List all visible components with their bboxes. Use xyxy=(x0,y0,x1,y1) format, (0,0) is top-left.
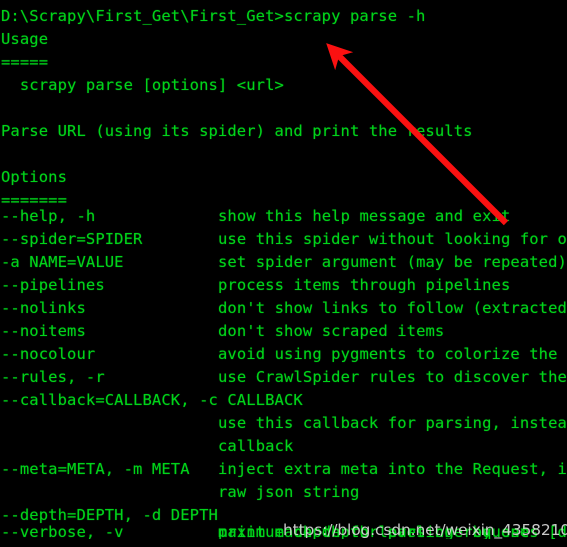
option-desc: avoid using pygments to colorize the ou xyxy=(218,345,567,363)
option-row: --help, -h xyxy=(1,205,95,228)
option-desc: use this callback for parsing, instead xyxy=(218,414,567,432)
option-row: --noitems xyxy=(1,320,86,343)
option-desc-wrap: don't show scraped items xyxy=(218,320,444,343)
option-desc: don't show links to follow (extracted r xyxy=(218,299,567,317)
option-desc: callback xyxy=(218,437,294,455)
option-desc-wrap: show this help message and exit xyxy=(218,205,510,228)
csdn-watermark: https://blog.csdn.net/weixin_43582101 xyxy=(283,521,567,539)
option-flag: --nolinks xyxy=(1,299,86,317)
option-desc-wrap: set spider argument (may be repeated) xyxy=(218,251,567,274)
option-desc: don't show scraped items xyxy=(218,322,445,340)
option-flag: --help, -h xyxy=(1,207,96,225)
option-desc-wrap: don't show links to follow (extracted r xyxy=(218,297,567,320)
option-desc-wrap: use CrawlSpider rules to discover the c xyxy=(218,366,567,389)
option-desc: process items through pipelines xyxy=(218,276,511,294)
option-row: --pipelines xyxy=(1,274,105,297)
terminal-window: D:\Scrapy\First_Get\First_Get>scrapy par… xyxy=(0,0,567,547)
option-flag: --pipelines xyxy=(1,276,105,294)
option-row: --nolinks xyxy=(1,297,86,320)
option-flag: --noitems xyxy=(1,322,86,340)
option-row: -a NAME=VALUE xyxy=(1,251,124,274)
console-output[interactable]: D:\Scrapy\First_Get\First_Get>scrapy par… xyxy=(0,0,567,539)
option-desc: use this spider without looking for one xyxy=(218,230,567,248)
command-description: Parse URL (using its spider) and print t… xyxy=(1,122,473,140)
usage-heading: Usage xyxy=(1,30,49,48)
bottom-border-band xyxy=(0,539,567,547)
option-flag: --verbose, -v xyxy=(1,523,124,539)
option-row: --rules, -r xyxy=(1,366,105,389)
option-flag: --spider=SPIDER xyxy=(1,230,143,248)
option-desc: raw json string xyxy=(218,483,360,501)
usage-syntax: scrapy parse [options] <url> xyxy=(1,76,284,94)
option-desc: use CrawlSpider rules to discover the c xyxy=(218,368,567,386)
option-row: --spider=SPIDER xyxy=(1,228,142,251)
option-desc-wrap: use this callback for parsing, instead xyxy=(218,412,567,435)
option-desc-wrap: inject extra meta into the Request, it xyxy=(218,458,567,481)
option-flag: --meta=META, -m META xyxy=(1,460,190,478)
command-prompt-line: D:\Scrapy\First_Get\First_Get>scrapy par… xyxy=(1,7,426,25)
option-flag: --nocolour xyxy=(1,345,96,363)
option-desc-wrap: callback xyxy=(218,435,293,458)
option-row: --callback=CALLBACK, -c CALLBACK xyxy=(1,389,303,412)
option-flag: --rules, -r xyxy=(1,368,105,386)
option-desc: inject extra meta into the Request, it xyxy=(218,460,567,478)
options-heading: Options xyxy=(1,168,68,186)
option-row: --nocolour xyxy=(1,343,95,366)
option-desc-wrap: use this spider without looking for one xyxy=(218,228,567,251)
option-desc-wrap: raw json string xyxy=(218,481,359,504)
option-desc: set spider argument (may be repeated) xyxy=(218,253,567,271)
option-row: --meta=META, -m META xyxy=(1,458,190,481)
usage-underline: ===== xyxy=(1,53,49,71)
option-desc-wrap: process items through pipelines xyxy=(218,274,510,297)
option-flag: -a NAME=VALUE xyxy=(1,253,124,271)
option-desc: show this help message and exit xyxy=(218,207,511,225)
option-desc-wrap: avoid using pygments to colorize the ou xyxy=(218,343,567,366)
option-row: --verbose, -v xyxy=(1,521,124,539)
option-flag: --callback=CALLBACK, -c CALLBACK xyxy=(1,391,303,409)
